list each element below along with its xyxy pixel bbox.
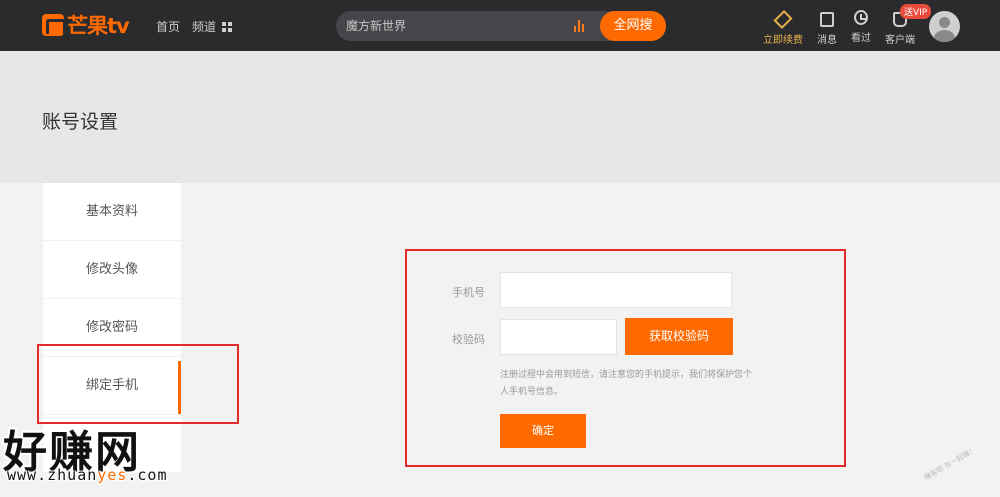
nav-home-link[interactable]: 首页 bbox=[156, 18, 180, 35]
mail-icon bbox=[820, 12, 834, 27]
logo-text: 芒果tv bbox=[67, 14, 130, 38]
phone-input[interactable] bbox=[500, 272, 732, 308]
confirm-button[interactable]: 确定 bbox=[500, 414, 586, 448]
search-all-button[interactable]: 全网搜 bbox=[600, 11, 666, 41]
trending-chart-icon[interactable] bbox=[574, 20, 586, 32]
sidebar-item-avatar[interactable]: 修改头像 bbox=[43, 241, 181, 298]
verification-code-input[interactable] bbox=[500, 319, 617, 355]
phone-label: 手机号 bbox=[452, 286, 485, 299]
nav-channel-link[interactable]: 频道 bbox=[192, 18, 233, 35]
page-title: 账号设置 bbox=[42, 111, 119, 133]
search-input[interactable] bbox=[346, 18, 566, 32]
history-label: 看过 bbox=[851, 33, 871, 44]
diamond-icon bbox=[773, 9, 793, 30]
watermark-corner: 赚客吧 有一起赚！ bbox=[922, 445, 978, 483]
page-header-banner bbox=[0, 51, 1000, 183]
messages-label: 消息 bbox=[817, 35, 837, 46]
mgtv-logo[interactable]: 芒果tv bbox=[42, 12, 130, 38]
code-label: 校验码 bbox=[452, 333, 485, 346]
sidebar-item-basic-info[interactable]: 基本资料 bbox=[43, 183, 181, 240]
watermark-url: www.zhuanyes.com bbox=[7, 466, 168, 484]
client-label: 客户端 bbox=[885, 35, 915, 46]
logo-icon bbox=[42, 14, 66, 36]
clock-icon bbox=[854, 10, 868, 25]
vip-renew-label: 立即续费 bbox=[763, 35, 803, 46]
nav-channel-label: 频道 bbox=[192, 20, 217, 34]
grid-icon bbox=[222, 21, 233, 32]
history-button[interactable]: 看过 bbox=[841, 10, 881, 44]
vip-renew-button[interactable]: 立即续费 bbox=[763, 9, 803, 46]
sms-notice: 注册过程中会用到短信，请注意您的手机提示，我们将保护您个人手机号信息。 bbox=[500, 370, 753, 397]
get-code-button[interactable]: 获取校验码 bbox=[625, 318, 733, 355]
top-nav-bar: 芒果tv 首页 频道 全网搜 立即续费 消息 看过 客户端 送VIP bbox=[0, 0, 1000, 51]
annotation-highlight-sidebar bbox=[37, 344, 239, 424]
search-bar: 全网搜 bbox=[336, 11, 666, 41]
vip-promo-badge: 送VIP bbox=[900, 4, 932, 19]
user-avatar[interactable] bbox=[929, 11, 960, 42]
